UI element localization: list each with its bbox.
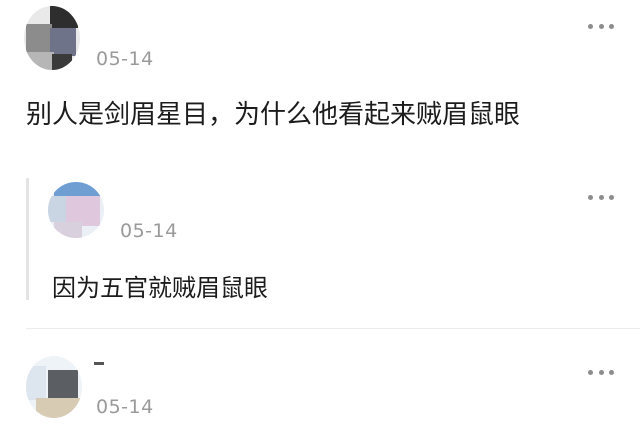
avatar-pixel [50,6,78,28]
more-dots-icon[interactable] [588,21,614,31]
avatar-pixel [24,52,54,70]
dot [588,194,593,200]
username-fragment [94,362,104,365]
reply-date: 05-14 [120,220,178,242]
avatar-pixel [48,196,66,222]
comment-thread: 05-14 别人是剑眉星目，为什么他看起来贼眉鼠眼 05-14 因为五官就贼眉鼠… [0,0,640,433]
dot [588,23,593,29]
comment-text: 别人是剑眉星目，为什么他看起来贼眉鼠眼 [26,100,521,130]
avatar-pixel [54,222,82,238]
more-dots-icon[interactable] [588,367,614,377]
dot [598,194,604,200]
comment-date: 05-14 [96,396,154,418]
reply-text: 因为五官就贼眉鼠眼 [52,274,268,302]
avatar-pixel [36,398,80,418]
avatar-pixel [54,182,102,196]
user-avatar[interactable] [48,182,104,238]
avatar-pixel [26,24,52,54]
dot [598,23,604,29]
more-dots-icon[interactable] [588,192,614,202]
dot [609,194,614,200]
reply-indicator-bar [26,178,29,300]
avatar-pixel [48,370,78,398]
avatar-pixel [26,366,46,400]
comment-date: 05-14 [96,48,154,70]
dot [588,369,593,375]
divider [26,328,640,329]
dot [609,369,614,375]
avatar-pixel [52,54,72,70]
dot [609,23,614,29]
user-avatar[interactable] [26,356,82,418]
dot [598,369,604,375]
user-avatar[interactable] [24,6,80,70]
